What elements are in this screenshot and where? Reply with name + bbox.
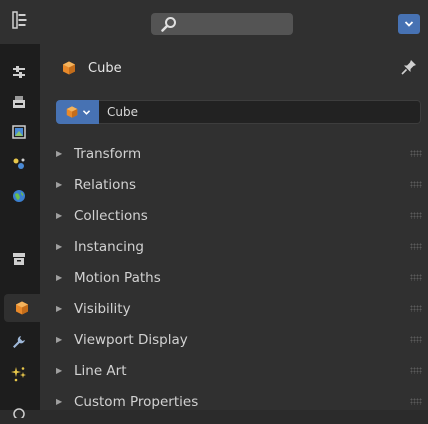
search-icon <box>161 17 176 32</box>
datablock-name-field[interactable]: Cube <box>99 100 421 124</box>
object-icon <box>16 301 28 315</box>
panel-label: Visibility <box>74 300 131 317</box>
panel-viewport-display[interactable]: ▶ Viewport Display <box>40 324 428 355</box>
drag-handle-icon[interactable] <box>410 398 422 405</box>
panel-instancing[interactable]: ▶ Instancing <box>40 231 428 262</box>
panel-motion-paths[interactable]: ▶ Motion Paths <box>40 262 428 293</box>
panel-label: Motion Paths <box>74 269 161 286</box>
panel-list: ▶ Transform ▶ Relations ▶ Collections ▶ … <box>40 138 428 417</box>
drag-handle-icon[interactable] <box>410 367 422 374</box>
modifier-tab[interactable] <box>4 328 34 356</box>
expand-arrow-icon: ▶ <box>56 366 63 375</box>
wrench-icon <box>13 336 25 348</box>
drag-handle-icon[interactable] <box>410 212 422 219</box>
header-bar <box>0 0 428 44</box>
render-tab[interactable] <box>4 88 34 116</box>
view-layer-icon <box>13 158 25 169</box>
properties-main-area: Cube Cube ▶ Transform ▶ Relations ▶ Coll… <box>40 44 428 410</box>
panel-label: Relations <box>74 176 136 193</box>
drag-handle-icon[interactable] <box>410 305 422 312</box>
panel-label: Instancing <box>74 238 144 255</box>
object-name: Cube <box>88 60 122 76</box>
expand-arrow-icon: ▶ <box>56 335 63 344</box>
context-header: Cube <box>40 44 428 92</box>
panel-label: Custom Properties <box>74 393 199 410</box>
panel-label: Transform <box>74 145 142 162</box>
properties-tab-strip <box>0 44 40 418</box>
chevron-down-icon <box>82 109 90 115</box>
object-cube-icon <box>66 106 77 118</box>
drag-handle-icon[interactable] <box>410 181 422 188</box>
object-datablock-selector: Cube <box>56 100 421 124</box>
panel-label: Line Art <box>74 362 127 379</box>
object-cube-icon <box>63 61 75 75</box>
editor-type-button[interactable] <box>8 9 32 31</box>
panel-line-art[interactable]: ▶ Line Art <box>40 355 428 386</box>
expand-arrow-icon: ▶ <box>56 180 63 189</box>
drag-handle-icon[interactable] <box>410 336 422 343</box>
datablock-browse-button[interactable] <box>56 100 99 124</box>
options-dropdown-button[interactable] <box>398 14 420 34</box>
drag-handle-icon[interactable] <box>410 150 422 157</box>
expand-arrow-icon: ▶ <box>56 304 63 313</box>
physics-tab[interactable] <box>4 396 34 424</box>
panel-label: Collections <box>74 207 148 224</box>
expand-arrow-icon: ▶ <box>56 273 63 282</box>
panel-relations[interactable]: ▶ Relations <box>40 169 428 200</box>
search-input[interactable] <box>151 13 293 35</box>
panel-label: Viewport Display <box>74 331 188 348</box>
tool-settings-icon <box>13 66 25 78</box>
properties-editor-icon <box>12 11 27 29</box>
particles-icon <box>11 367 26 382</box>
drag-handle-icon[interactable] <box>410 243 422 250</box>
world-icon <box>13 190 25 202</box>
panel-transform[interactable]: ▶ Transform <box>40 138 428 169</box>
object-tab[interactable] <box>4 294 40 322</box>
physics-icon <box>13 408 25 418</box>
expand-arrow-icon: ▶ <box>56 397 63 406</box>
output-icon <box>12 125 26 139</box>
panel-collections[interactable]: ▶ Collections <box>40 200 428 231</box>
collection-tab[interactable] <box>4 245 34 273</box>
pin-icon <box>401 60 416 75</box>
pin-button[interactable] <box>400 58 418 80</box>
expand-arrow-icon: ▶ <box>56 149 63 158</box>
drag-handle-icon[interactable] <box>410 274 422 281</box>
expand-arrow-icon: ▶ <box>56 242 63 251</box>
expand-arrow-icon: ▶ <box>56 211 63 220</box>
view-layer-tab[interactable] <box>4 150 34 178</box>
panel-custom-properties[interactable]: ▶ Custom Properties <box>40 386 428 417</box>
particles-tab[interactable] <box>4 360 34 388</box>
chevron-down-icon <box>404 21 414 27</box>
output-tab[interactable] <box>4 118 34 146</box>
world-tab[interactable] <box>4 182 34 210</box>
collection-icon <box>13 253 25 265</box>
tool-tab[interactable] <box>4 58 34 86</box>
render-icon <box>13 96 25 108</box>
panel-visibility[interactable]: ▶ Visibility <box>40 293 428 324</box>
